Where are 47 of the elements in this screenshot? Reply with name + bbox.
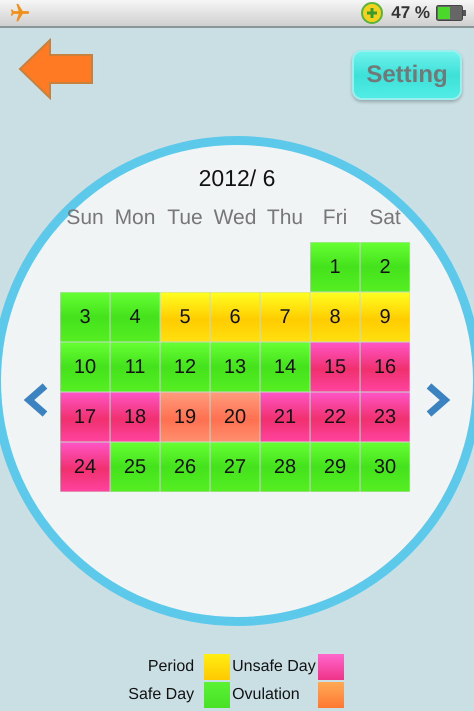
day-cell[interactable]: 28 xyxy=(260,442,310,492)
weekday-label: Thu xyxy=(266,206,304,231)
back-arrow-icon[interactable] xyxy=(18,38,94,100)
plus-circle-icon xyxy=(361,2,384,24)
day-cell[interactable]: 15 xyxy=(310,342,360,392)
month-title: 2012/ 6 xyxy=(198,165,276,192)
legend-label: Unsafe Day xyxy=(232,658,316,676)
day-cell[interactable]: 30 xyxy=(360,442,410,492)
airplane-icon xyxy=(8,2,32,24)
day-cell[interactable]: 20 xyxy=(210,392,260,442)
day-cell[interactable]: 19 xyxy=(160,392,210,442)
day-cell[interactable]: 17 xyxy=(60,392,110,442)
day-cell[interactable]: 14 xyxy=(260,342,310,392)
day-cell[interactable]: 25 xyxy=(110,442,160,492)
day-cell[interactable]: 11 xyxy=(110,342,160,392)
legend-label: Ovulation xyxy=(232,686,300,704)
day-cell[interactable]: 21 xyxy=(260,392,310,442)
weekday-label: Tue xyxy=(166,206,204,231)
day-cell[interactable]: 23 xyxy=(360,392,410,442)
legend-label: Period xyxy=(148,658,196,676)
weekday-label: Sat xyxy=(368,206,402,231)
day-cell[interactable]: 1 xyxy=(310,242,360,292)
day-cell[interactable]: 8 xyxy=(310,292,360,342)
day-cell[interactable]: 6 xyxy=(210,292,260,342)
battery-icon xyxy=(436,5,466,21)
day-cell[interactable]: 3 xyxy=(60,292,110,342)
weekday-label: Fri xyxy=(322,206,348,231)
day-cell[interactable]: 12 xyxy=(160,342,210,392)
day-cell[interactable]: 10 xyxy=(60,342,110,392)
day-cell[interactable]: 16 xyxy=(360,342,410,392)
day-cell[interactable]: 2 xyxy=(360,242,410,292)
day-cell[interactable]: 7 xyxy=(260,292,310,342)
day-cell[interactable]: 22 xyxy=(310,392,360,442)
day-cell[interactable]: 5 xyxy=(160,292,210,342)
day-cell[interactable]: 27 xyxy=(210,442,260,492)
weekday-label: Wed xyxy=(212,206,258,231)
weekday-label: Sun xyxy=(65,206,105,231)
day-cell[interactable]: 24 xyxy=(60,442,110,492)
day-cell[interactable]: 29 xyxy=(310,442,360,492)
day-cell[interactable]: 18 xyxy=(110,392,160,442)
battery-percent: 47 % xyxy=(391,3,430,23)
day-cell[interactable]: 4 xyxy=(110,292,160,342)
day-cell[interactable]: 9 xyxy=(360,292,410,342)
day-cell[interactable]: 13 xyxy=(210,342,260,392)
weekday-label: Mon xyxy=(114,206,156,231)
legend-label: Safe Day xyxy=(128,686,196,704)
day-cell[interactable]: 26 xyxy=(160,442,210,492)
